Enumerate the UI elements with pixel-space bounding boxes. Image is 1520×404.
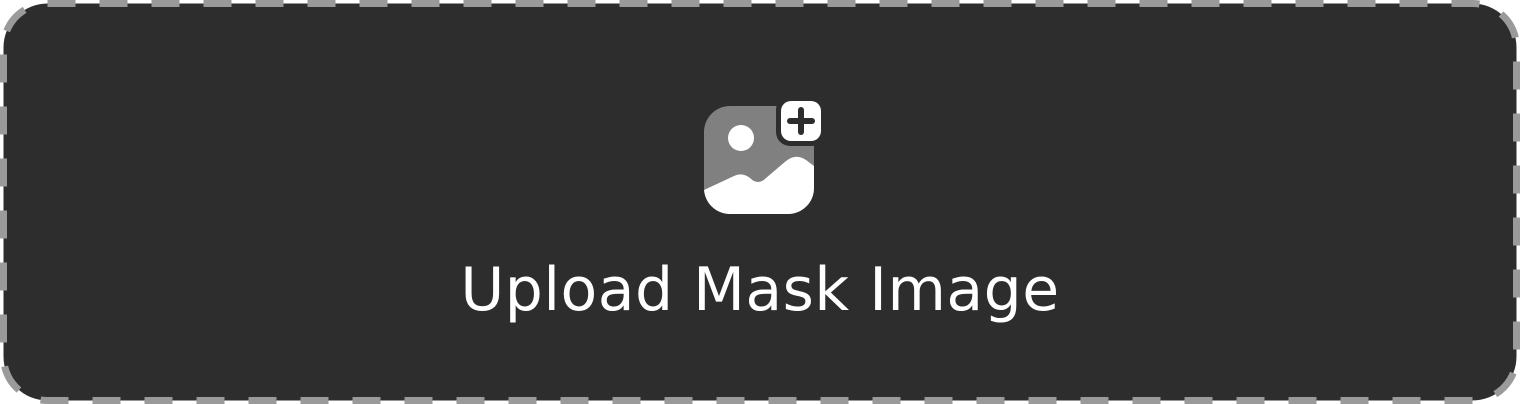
upload-mask-dropzone[interactable]: Upload Mask Image xyxy=(0,0,1520,404)
upload-label: Upload Mask Image xyxy=(460,255,1060,325)
image-add-icon xyxy=(704,98,822,214)
